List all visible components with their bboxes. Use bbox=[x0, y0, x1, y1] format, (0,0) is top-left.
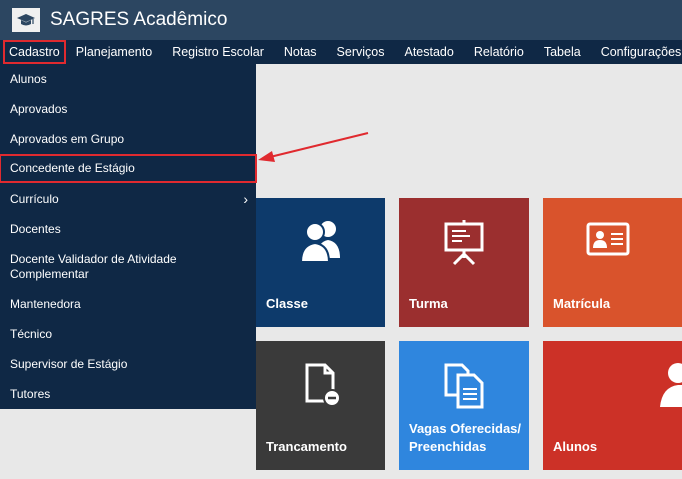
annotation-arrow bbox=[258, 132, 369, 162]
